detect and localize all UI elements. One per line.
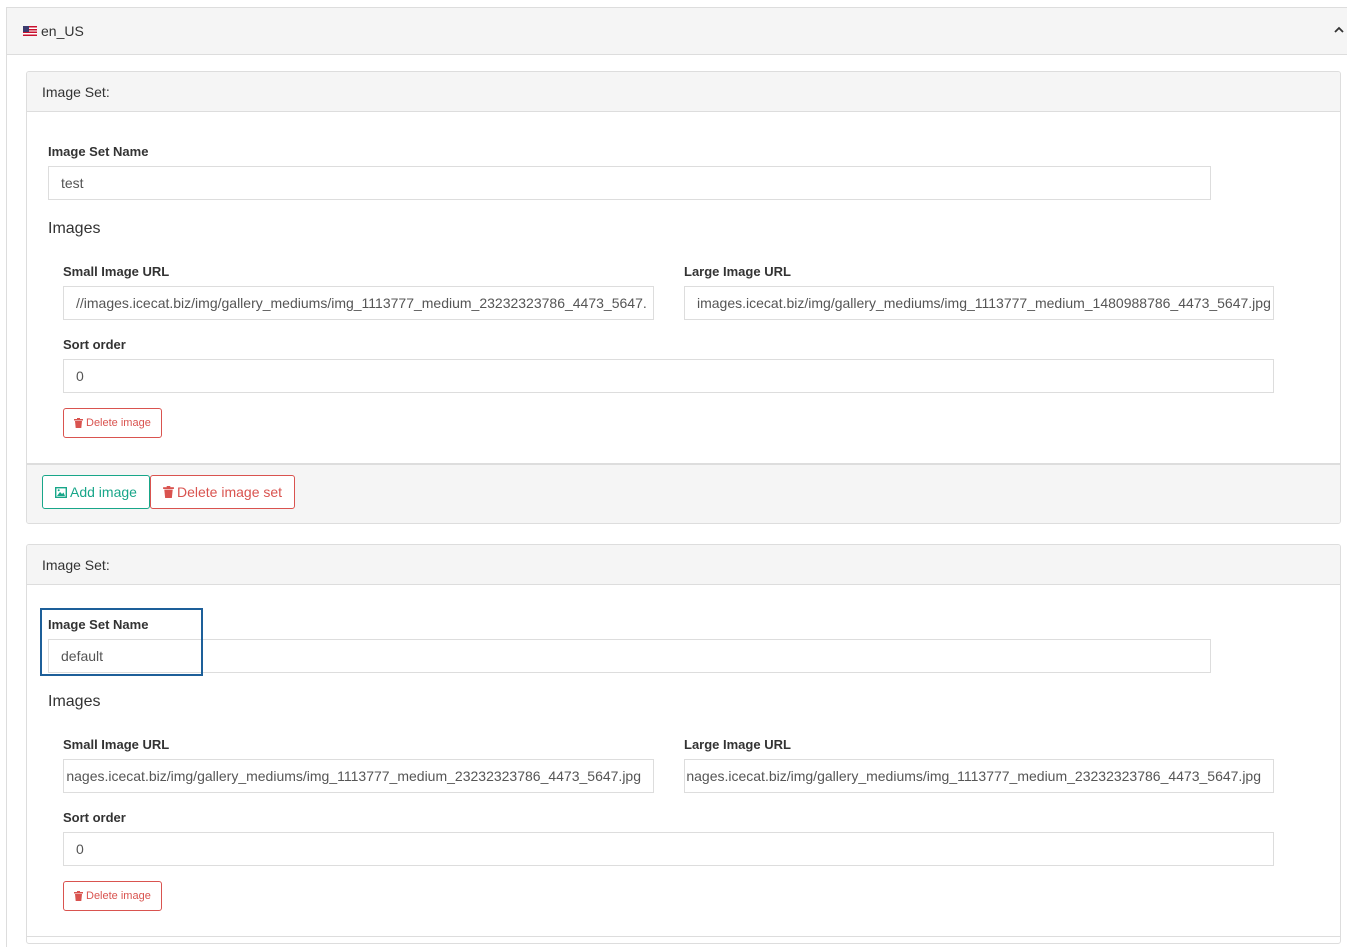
trash-icon	[163, 486, 174, 498]
image-set-heading-label: Image Set:	[42, 557, 110, 573]
small-image-url-input[interactable]: nages.icecat.biz/img/gallery_mediums/img…	[63, 759, 654, 793]
small-image-url-label: Small Image URL	[63, 264, 170, 279]
images-section-title: Images	[48, 220, 101, 237]
delete-image-button[interactable]: Delete image	[63, 408, 162, 438]
large-image-url-value: nages.icecat.biz/img/gallery_mediums/img…	[686, 768, 1261, 784]
image-set-heading-label: Image Set:	[42, 84, 110, 100]
image-set-name-input[interactable]: test	[48, 166, 1211, 200]
large-image-url-input[interactable]: images.icecat.biz/img/gallery_mediums/im…	[684, 286, 1274, 320]
chevron-up-icon[interactable]	[1334, 26, 1344, 35]
delete-image-button[interactable]: Delete image	[63, 881, 162, 911]
trash-icon	[74, 418, 83, 428]
small-image-url-label: Small Image URL	[63, 737, 170, 752]
locale-panel-header[interactable]: en_US	[6, 7, 1347, 55]
delete-image-set-label: Delete image set	[177, 484, 283, 500]
image-set-panel: Image Set: Image Set Name default Images…	[26, 544, 1341, 944]
locale-label: en_US	[41, 23, 84, 39]
image-set-footer: Add image Delete image set	[27, 464, 1340, 523]
image-item: Small Image URL //images.icecat.biz/img/…	[27, 252, 1340, 464]
delete-image-label: Delete image	[86, 890, 151, 902]
image-icon	[55, 486, 67, 498]
delete-image-set-button[interactable]: Delete image set	[150, 475, 296, 509]
image-set-heading: Image Set:	[27, 72, 1340, 112]
image-set-name-input[interactable]: default	[48, 639, 1211, 673]
sort-order-input[interactable]: 0	[63, 359, 1274, 393]
small-image-url-value: nages.icecat.biz/img/gallery_mediums/img…	[66, 768, 641, 784]
sort-order-label: Sort order	[63, 810, 126, 825]
image-set-name-label: Image Set Name	[48, 144, 149, 159]
large-image-url-label: Large Image URL	[684, 264, 791, 279]
us-flag-icon	[23, 26, 37, 36]
image-set-name-label: Image Set Name	[48, 617, 149, 632]
sort-order-input[interactable]: 0	[63, 832, 1274, 866]
add-image-button[interactable]: Add image	[42, 475, 150, 509]
add-image-label: Add image	[70, 484, 137, 500]
images-section-title: Images	[48, 693, 101, 710]
delete-image-label: Delete image	[86, 417, 151, 429]
large-image-url-label: Large Image URL	[684, 737, 791, 752]
large-image-url-input[interactable]: nages.icecat.biz/img/gallery_mediums/img…	[684, 759, 1274, 793]
sort-order-label: Sort order	[63, 337, 126, 352]
small-image-url-input[interactable]: //images.icecat.biz/img/gallery_mediums/…	[63, 286, 654, 320]
image-item: Small Image URL nages.icecat.biz/img/gal…	[27, 725, 1340, 937]
image-set-heading: Image Set:	[27, 545, 1340, 585]
image-set-panel: Image Set: Image Set Name test Images Sm…	[26, 71, 1341, 524]
trash-icon	[74, 891, 83, 901]
